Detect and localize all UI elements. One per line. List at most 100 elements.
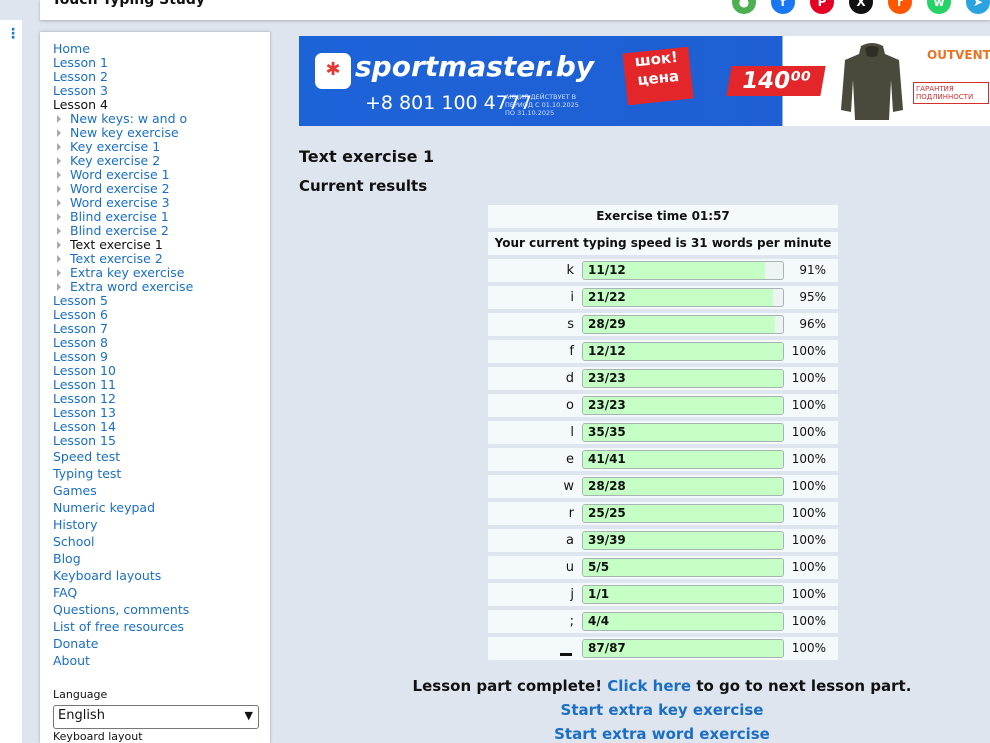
key-percent: 100%: [791, 533, 826, 547]
key-label: space: [488, 637, 574, 660]
sidebar-item[interactable]: Speed test: [53, 448, 193, 465]
sidebar-item[interactable]: Lesson 12: [53, 392, 193, 406]
accuracy-bar: 11/12: [582, 261, 784, 280]
key-count: 23/23: [588, 371, 626, 385]
sidebar-item[interactable]: Word exercise 2: [53, 182, 193, 196]
next-part-link[interactable]: Click here: [607, 677, 691, 695]
reddit-icon[interactable]: r: [888, 0, 912, 14]
key-label: ;: [569, 614, 574, 629]
sidebar-item[interactable]: Blind exercise 2: [53, 224, 193, 238]
key-percent: 96%: [799, 317, 826, 331]
key-label: i: [570, 290, 574, 305]
results-table: Exercise time 01:57 Your current typing …: [488, 205, 838, 664]
sidebar-item[interactable]: Text exercise 1: [53, 238, 193, 252]
facebook-icon[interactable]: f: [771, 0, 795, 14]
key-label: d: [565, 371, 574, 386]
sidebar-item[interactable]: Lesson 14: [53, 420, 193, 434]
key-label: o: [566, 398, 574, 413]
sidebar-item[interactable]: Blind exercise 1: [53, 210, 193, 224]
key-count: 21/22: [588, 290, 626, 304]
sidebar-item[interactable]: Word exercise 1: [53, 168, 193, 182]
sidebar-item[interactable]: List of free resources: [53, 618, 193, 635]
sidebar-item[interactable]: Lesson 13: [53, 406, 193, 420]
sidebar-item[interactable]: Questions, comments: [53, 601, 193, 618]
sidebar-item[interactable]: Lesson 3: [53, 84, 193, 98]
sidebar-item[interactable]: Word exercise 3: [53, 196, 193, 210]
accuracy-bar: 4/4: [582, 612, 784, 631]
lesson-complete: Lesson part complete! Click here to go t…: [299, 677, 990, 695]
ad-banner[interactable]: ✱ sportmaster.by +8 801 100 4777 АКЦИЯ Д…: [299, 36, 990, 126]
menu-dots-icon[interactable]: ⋮: [6, 26, 20, 42]
sidebar-item[interactable]: History: [53, 516, 193, 533]
language-label: Language: [53, 688, 108, 701]
sidebar-item[interactable]: Keyboard layouts: [53, 567, 193, 584]
sidebar-item[interactable]: Blog: [53, 550, 193, 567]
key-percent: 100%: [791, 614, 826, 628]
accuracy-bar: 28/29: [582, 315, 784, 334]
sidebar-item[interactable]: Numeric keypad: [53, 499, 193, 516]
sidebar-item[interactable]: Key exercise 2: [53, 154, 193, 168]
key-count: 12/12: [588, 344, 626, 358]
sidebar-item[interactable]: Games: [53, 482, 193, 499]
key-label: f: [569, 344, 574, 359]
sidebar-item[interactable]: Lesson 4: [53, 98, 193, 112]
sidebar-item[interactable]: Lesson 10: [53, 364, 193, 378]
key-count: 1/1: [588, 587, 610, 601]
sidebar-item[interactable]: New keys: w and o: [53, 112, 193, 126]
sidebar-item[interactable]: Typing test: [53, 465, 193, 482]
key-row: f 12/12 100%: [488, 340, 838, 363]
sidebar-item[interactable]: About: [53, 652, 193, 669]
key-row: a 39/39 100%: [488, 529, 838, 552]
key-row: u 5/5 100%: [488, 556, 838, 579]
sidebar-item[interactable]: School: [53, 533, 193, 550]
telegram-icon[interactable]: ➤: [966, 0, 990, 14]
key-percent: 100%: [791, 344, 826, 358]
sidebar-item[interactable]: Lesson 2: [53, 70, 193, 84]
accuracy-bar: 25/25: [582, 504, 784, 523]
key-count: 28/29: [588, 317, 626, 331]
sidebar-item[interactable]: Lesson 5: [53, 294, 193, 308]
site-title[interactable]: Touch Typing Study: [52, 0, 205, 8]
key-count: 35/35: [588, 425, 626, 439]
sidebar-item[interactable]: Key exercise 1: [53, 140, 193, 154]
frog-icon[interactable]: ●: [732, 0, 756, 14]
share-icons: ● f P Xr w ➤: [717, 0, 990, 14]
key-percent: 95%: [799, 290, 826, 304]
x-icon[interactable]: X: [849, 0, 873, 14]
key-row: l 35/35 100%: [488, 421, 838, 444]
extra-word-link[interactable]: Start extra word exercise: [299, 725, 990, 743]
key-percent: 100%: [791, 371, 826, 385]
sidebar-item[interactable]: Lesson 15: [53, 434, 193, 448]
key-count: 28/28: [588, 479, 626, 493]
sidebar-item[interactable]: Lesson 11: [53, 378, 193, 392]
sidebar-item[interactable]: Text exercise 2: [53, 252, 193, 266]
sidebar-item[interactable]: Home: [53, 42, 193, 56]
key-percent: 100%: [791, 452, 826, 466]
extra-key-link[interactable]: Start extra key exercise: [299, 701, 990, 719]
sidebar-item[interactable]: Donate: [53, 635, 193, 652]
sidebar-item[interactable]: New key exercise: [53, 126, 193, 140]
key-percent: 100%: [791, 560, 826, 574]
sidebar-item[interactable]: Lesson 7: [53, 322, 193, 336]
whatsapp-icon[interactable]: w: [927, 0, 951, 14]
accuracy-bar-fill: [583, 586, 783, 603]
keyboard-layout-label: Keyboard layout: [53, 730, 143, 743]
complete-tail: to go to next lesson part.: [696, 677, 912, 695]
ad-promo-text: АКЦИЯ ДЕЙСТВУЕТ В ПЕРИОД С 01.10.2025 ПО…: [505, 93, 579, 117]
results-heading: Current results: [299, 177, 428, 195]
left-edge-strip: ⋮: [0, 20, 22, 743]
sidebar-item[interactable]: Lesson 6: [53, 308, 193, 322]
sidebar-item[interactable]: FAQ: [53, 584, 193, 601]
sidebar-item[interactable]: Lesson 1: [53, 56, 193, 70]
key-label: l: [570, 425, 574, 440]
sidebar-item[interactable]: Lesson 8: [53, 336, 193, 350]
sidebar-item[interactable]: Extra word exercise: [53, 280, 193, 294]
page-title: Text exercise 1: [299, 147, 435, 166]
sidebar-item[interactable]: Lesson 9: [53, 350, 193, 364]
sidebar-item[interactable]: Extra key exercise: [53, 266, 193, 280]
language-select[interactable]: English ▼: [53, 705, 259, 729]
key-count: 11/12: [588, 263, 626, 277]
pinterest-icon[interactable]: P: [810, 0, 834, 14]
key-label: r: [568, 506, 574, 521]
key-label: a: [566, 533, 574, 548]
